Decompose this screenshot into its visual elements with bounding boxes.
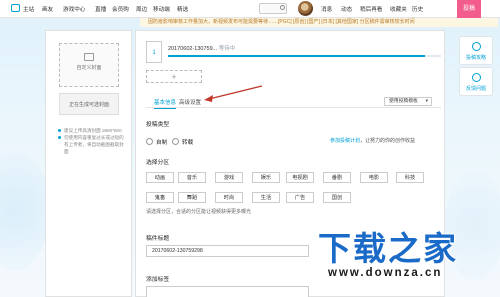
category-button[interactable]: 动画 [146,172,174,183]
title-input[interactable]: 20170602-130759298 [146,245,309,257]
upload-plan-link[interactable]: 参加投稿计划 [330,138,360,144]
category-button[interactable]: 鬼畜 [146,192,174,203]
category-button[interactable]: 科技 [396,172,424,183]
nav-watch-later[interactable]: 稍后再看 [360,5,382,13]
cover-upload-label: 自定义封面 [76,65,102,71]
post-button[interactable]: 投稿 [457,0,481,18]
category-button[interactable]: 音乐 [178,172,206,183]
upload-plan-suffix: ，让努力的你的创作收益 [360,138,416,144]
upload-file-name: 20170602-130759... 等待中 [168,44,235,52]
radio-repost-label: 转载 [182,140,194,146]
tags-section-title: 添加标签 [146,277,170,283]
nav-item-5[interactable]: 周边 [136,5,147,13]
category-button[interactable]: 国创 [323,192,351,203]
file-name-text: 20170602-130759... [168,46,218,52]
category-button[interactable]: 广告 [286,192,314,203]
nav-item-3[interactable]: 直播 [95,5,106,13]
feedback-label: 反馈问题 [465,86,486,92]
tags-input[interactable] [146,286,309,297]
category-button[interactable]: 电影 [360,172,388,183]
upload-guide-button[interactable]: 投稿攻略 [459,36,493,65]
category-note: 请选择分区，合适的分区能让视频获得更多曝光 [146,209,252,215]
upload-status: 等待中 [218,46,236,52]
watermark: 下载之家 www.downza.cn [310,222,500,297]
nav-messages[interactable]: 消息 [321,5,332,13]
upload-progress-bar [168,55,441,57]
watermark-title: 下载之家 [318,229,458,268]
cover-tip: 勿使用内容重复过长或过短的有上传者，将自动截图截取封面 [58,134,128,155]
nav-item-6[interactable]: 移动端 [153,5,170,13]
nav-item-4[interactable]: 会员购 [112,5,129,13]
nav-item-7[interactable]: 精选 [177,5,188,13]
template-button[interactable]: 使用投稿模板 ▾ [384,97,432,106]
nav-home[interactable]: 主站 [23,5,34,13]
cover-tips: 建议上传高清封面 ≥960*600 勿使用内容重复过长或过短的有上传者，将自动截… [58,127,128,155]
category-button[interactable]: 番剧 [323,172,351,183]
nav-history[interactable]: 历史 [412,5,423,13]
cover-tip: 建议上传高清封面 ≥960*600 [58,127,128,134]
type-section-title: 投稿类型 [146,122,170,128]
nav-item-2[interactable]: 游戏中心 [63,5,85,13]
category-button[interactable]: 时尚 [215,192,243,203]
radio-original[interactable] [146,138,153,145]
cover-generating-box: 正在生成可选封面 [59,93,119,115]
feedback-icon [471,73,481,82]
top-navigation-bar: 主站 画友 游戏中心 直播 会员购 周边 移动端 精选 消息 动态 稍后再看 收… [0,0,500,18]
search-icon[interactable] [280,5,285,10]
guide-icon [471,42,481,51]
radio-original-label: 自制 [156,140,168,146]
notice-banner: 因防疫影响审核工作量加大，新视频发布可能需要等待……[PGC] [原创] [国产… [140,18,498,27]
upload-progress-fill [168,55,425,57]
category-button[interactable]: 娱乐 [252,172,280,183]
category-button[interactable]: 生活 [252,192,280,203]
cover-panel: 自定义封面 正在生成可选封面 建议上传高清封面 ≥960*600 勿使用内容重复… [45,30,132,297]
home-icon[interactable] [11,4,20,12]
radio-repost[interactable] [172,138,179,145]
category-button[interactable]: 游戏 [215,172,243,183]
title-section-title: 稿件标题 [146,236,170,242]
watermark-url: www.downza.cn [328,267,443,279]
nav-favorites[interactable]: 收藏夹 [390,5,407,13]
category-button[interactable]: 电视剧 [286,172,314,183]
upload-file-row: 1 20170602-130759... 等待中 [146,41,441,64]
upload-guide-label: 投稿攻略 [465,55,486,61]
template-button-label: 使用投稿模板 [389,99,418,104]
add-video-button[interactable]: + [146,70,202,83]
cover-upload-box[interactable]: 自定义封面 [59,43,119,87]
image-icon [84,53,94,61]
tab-advanced-settings[interactable]: 高级设置 [179,98,201,106]
tab-basic-info[interactable]: 基本信息 [154,98,177,109]
category-button[interactable]: 舞蹈 [178,192,206,203]
nav-dynamics[interactable]: 动态 [341,5,352,13]
nav-item-1[interactable]: 画友 [42,5,53,13]
chevron-down-icon: ▾ [425,99,428,104]
background-art-left [0,150,50,270]
upload-index: 1 [146,41,162,63]
category-section-title: 选择分区 [146,160,170,166]
feedback-button[interactable]: 反馈问题 [459,67,493,96]
avatar[interactable] [298,1,313,16]
upload-plan-tip: 参加投稿计划，让努力的你的创作收益 [330,137,415,144]
